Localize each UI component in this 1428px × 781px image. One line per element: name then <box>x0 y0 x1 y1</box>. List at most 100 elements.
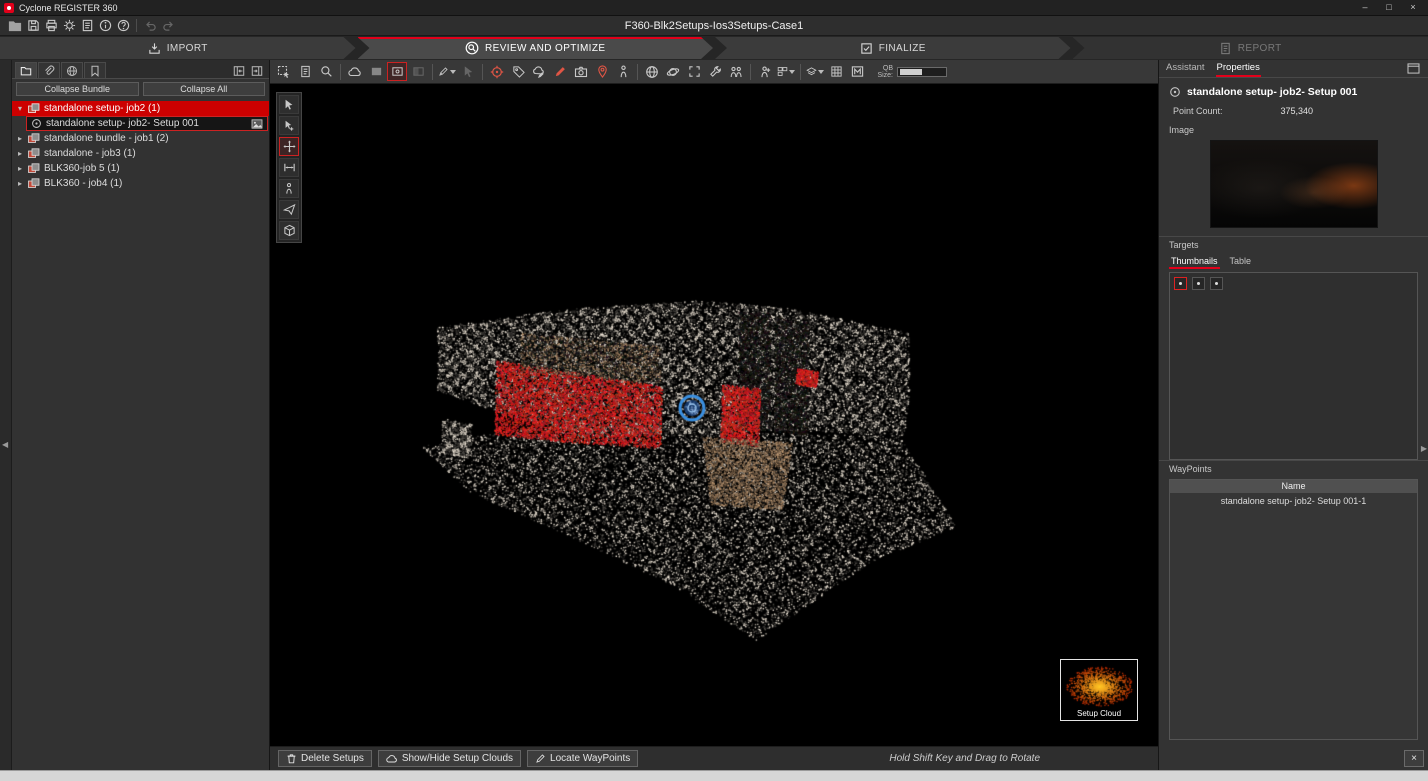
pan-orbit-tool-icon[interactable] <box>279 137 299 156</box>
app-logo-icon <box>4 3 14 13</box>
target-thumbnail-2[interactable] <box>1192 277 1205 290</box>
status-bar <box>0 770 1428 781</box>
fence-select-icon[interactable] <box>274 62 294 81</box>
delete-setups-button[interactable]: Delete Setups <box>278 750 372 767</box>
setup-cloud-inset[interactable]: Setup Cloud <box>1060 659 1138 721</box>
panel-layout-icon[interactable] <box>1404 62 1422 76</box>
image-view-icon[interactable] <box>366 62 386 81</box>
left-panel-tabs <box>12 60 269 79</box>
grayscale-view-icon[interactable] <box>408 62 428 81</box>
slider-handle[interactable] <box>900 69 922 75</box>
collapse-arrow-icon[interactable]: ▸ <box>16 164 24 173</box>
setup-image-thumbnail[interactable] <box>1210 140 1378 228</box>
app-window: Cyclone REGISTER 360 – □ × <box>0 0 1428 781</box>
maximize-button[interactable]: □ <box>1378 1 1400 14</box>
point-cloud-canvas[interactable] <box>270 84 1158 746</box>
tools-wrench-icon[interactable] <box>705 62 725 81</box>
tree-item-setup-001[interactable]: standalone setup- job2- Setup 001 <box>26 116 268 131</box>
collapse-left-panel-icon[interactable]: ◀ <box>2 440 8 449</box>
measure-pen-icon[interactable] <box>437 62 457 81</box>
workflow-step-report[interactable]: REPORT <box>1073 37 1428 59</box>
tab-properties[interactable]: Properties <box>1216 60 1261 77</box>
tree-item-standalone-job3[interactable]: ▸ standalone - job3 (1) <box>12 146 269 161</box>
pano-view-icon[interactable] <box>387 62 407 81</box>
collapse-arrow-icon[interactable]: ▸ <box>16 149 24 158</box>
target-thumbnail-1[interactable] <box>1174 277 1187 290</box>
dock-left-icon[interactable] <box>230 63 248 78</box>
tab-attachments-icon[interactable] <box>38 62 60 78</box>
collapse-arrow-icon[interactable]: ▸ <box>16 179 24 188</box>
waypoints-column-name[interactable]: Name <box>1170 480 1417 493</box>
menu-toolbar: F360-Blk2Setups-Ios3Setups-Case1 <box>0 16 1428 36</box>
document-title: F360-Blk2Setups-Ios3Setups-Case1 <box>625 20 804 32</box>
select-tool-icon[interactable] <box>279 95 299 114</box>
notes-list-icon[interactable] <box>78 18 96 34</box>
layers-icon[interactable] <box>805 62 825 81</box>
workflow-step-finalize[interactable]: FINALIZE <box>715 37 1071 59</box>
globe-icon[interactable] <box>642 62 662 81</box>
zoom-window-icon[interactable] <box>316 62 336 81</box>
redo-icon[interactable] <box>159 18 177 34</box>
tab-bookmarks-icon[interactable] <box>84 62 106 78</box>
point-count-row: Point Count: 375,340 <box>1159 104 1428 122</box>
tree-item-blk360-job5[interactable]: ▸ BLK360-job 5 (1) <box>12 161 269 176</box>
add-person-icon[interactable] <box>755 62 775 81</box>
add-target-icon[interactable] <box>487 62 507 81</box>
tab-project-files-icon[interactable] <box>15 62 37 78</box>
undo-icon[interactable] <box>141 18 159 34</box>
cube-view-tool-icon[interactable] <box>279 221 299 240</box>
walk-view-tool-icon[interactable] <box>279 179 299 198</box>
tree-item-standalone-setup-job2[interactable]: ▾ standalone setup- job2 (1) <box>12 101 269 116</box>
range-measure-tool-icon[interactable] <box>279 158 299 177</box>
tree-item-standalone-bundle-job1[interactable]: ▸ standalone bundle - job1 (2) <box>12 131 269 146</box>
settings-gear-icon[interactable] <box>60 18 78 34</box>
survey-people-icon[interactable] <box>726 62 746 81</box>
camera-icon[interactable] <box>571 62 591 81</box>
help-icon[interactable] <box>114 18 132 34</box>
expand-view-icon[interactable] <box>684 62 704 81</box>
workflow-step-import[interactable]: IMPORT <box>0 37 356 59</box>
dock-right-icon[interactable] <box>248 63 266 78</box>
target-thumbnail-3[interactable] <box>1210 277 1223 290</box>
multi-select-tool-icon[interactable] <box>279 116 299 135</box>
fly-tool-icon[interactable] <box>279 200 299 219</box>
show-hide-setup-clouds-button[interactable]: Show/Hide Setup Clouds <box>378 750 521 767</box>
tab-assistant[interactable]: Assistant <box>1165 60 1206 77</box>
expand-arrow-icon[interactable]: ▾ <box>16 104 24 113</box>
collapse-arrow-icon[interactable]: ▸ <box>16 134 24 143</box>
show-cloud-icon[interactable] <box>345 62 365 81</box>
save-icon[interactable] <box>24 18 42 34</box>
open-project-icon[interactable] <box>6 18 24 34</box>
point-count-label: Point Count: <box>1173 106 1223 116</box>
tree-item-blk360-job4[interactable]: ▸ BLK360 - job4 (1) <box>12 176 269 191</box>
point-count-value: 375,340 <box>1281 106 1314 116</box>
edit-cloud-icon[interactable] <box>529 62 549 81</box>
targets-tab-thumbnails[interactable]: Thumbnails <box>1169 255 1220 269</box>
locate-waypoints-button[interactable]: Locate WayPoints <box>527 750 638 767</box>
close-window-button[interactable]: × <box>1402 1 1424 14</box>
targets-tab-table[interactable]: Table <box>1228 255 1254 269</box>
info-icon[interactable] <box>96 18 114 34</box>
view-options-icon[interactable] <box>776 62 796 81</box>
geotag-pin-icon[interactable] <box>592 62 612 81</box>
collapse-right-panel-icon[interactable]: ▶ <box>1421 444 1427 453</box>
tree-item-label: standalone - job3 (1) <box>44 148 136 159</box>
units-m-icon[interactable] <box>847 62 867 81</box>
tag-icon[interactable] <box>508 62 528 81</box>
pick-point-icon[interactable] <box>458 62 478 81</box>
workflow-step-review-and-optimize[interactable]: REVIEW AND OPTIMIZE <box>358 37 714 59</box>
orbit-globe-icon[interactable] <box>663 62 683 81</box>
point-size-slider[interactable] <box>897 67 947 77</box>
waypoint-row[interactable]: standalone setup- job2- Setup 001-1 <box>1170 493 1417 509</box>
collapse-bundle-button[interactable]: Collapse Bundle <box>16 82 139 96</box>
tab-web-icon[interactable] <box>61 62 83 78</box>
collapse-all-button[interactable]: Collapse All <box>143 82 266 96</box>
print-icon[interactable] <box>42 18 60 34</box>
close-panel-button[interactable]: × <box>1404 750 1424 767</box>
grid-icon[interactable] <box>826 62 846 81</box>
minimize-button[interactable]: – <box>1354 1 1376 14</box>
point-cloud-view[interactable]: Setup Cloud <box>270 84 1158 746</box>
annotation-icon[interactable] <box>295 62 315 81</box>
draw-pencil-icon[interactable] <box>550 62 570 81</box>
walk-person-icon[interactable] <box>613 62 633 81</box>
